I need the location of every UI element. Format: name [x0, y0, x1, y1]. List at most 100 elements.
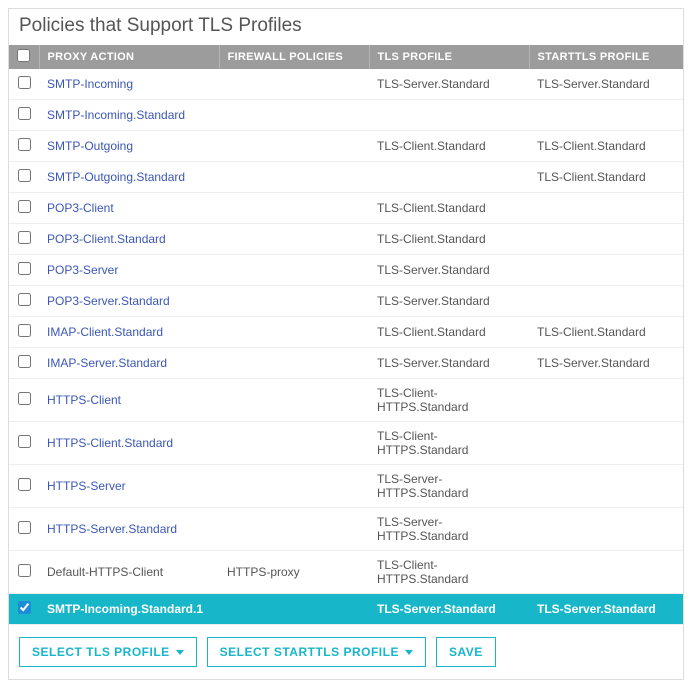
- row-checkbox-cell: [9, 162, 39, 193]
- cell-firewall-policies: [219, 69, 369, 100]
- cell-firewall-policies: [219, 508, 369, 551]
- row-checkbox-cell: [9, 551, 39, 594]
- proxy-action-link[interactable]: SMTP-Incoming.Standard: [47, 108, 185, 122]
- row-checkbox[interactable]: [18, 392, 31, 405]
- save-button[interactable]: SAVE: [436, 637, 496, 667]
- row-checkbox[interactable]: [18, 138, 31, 151]
- select-tls-profile-label: SELECT TLS PROFILE: [32, 645, 170, 659]
- table-row[interactable]: SMTP-Incoming.Standard: [9, 100, 683, 131]
- row-checkbox-cell: [9, 255, 39, 286]
- cell-starttls-profile: [529, 255, 683, 286]
- cell-tls-profile: TLS-Client-HTTPS.Standard: [369, 379, 529, 422]
- proxy-action-link[interactable]: POP3-Server.Standard: [47, 294, 170, 308]
- row-checkbox[interactable]: [18, 521, 31, 534]
- table-row[interactable]: POP3-Client.StandardTLS-Client.Standard: [9, 224, 683, 255]
- row-checkbox-cell: [9, 193, 39, 224]
- table-row[interactable]: SMTP-IncomingTLS-Server.StandardTLS-Serv…: [9, 69, 683, 100]
- row-checkbox[interactable]: [18, 76, 31, 89]
- row-checkbox[interactable]: [18, 169, 31, 182]
- table-row[interactable]: SMTP-Outgoing.Standard TLS-Client.Standar…: [9, 162, 683, 193]
- row-checkbox[interactable]: [18, 200, 31, 213]
- proxy-action-link[interactable]: SMTP-Outgoing.Standard: [47, 170, 185, 184]
- cell-proxy-action: POP3-Client: [39, 193, 219, 224]
- cell-proxy-action: SMTP-Incoming.Standard.1: [39, 594, 219, 625]
- select-tls-profile-button[interactable]: SELECT TLS PROFILE: [19, 637, 197, 667]
- proxy-action-link[interactable]: HTTPS-Server: [47, 479, 126, 493]
- select-starttls-profile-button[interactable]: SELECT STARTTLS PROFILE: [207, 637, 426, 667]
- cell-proxy-action: HTTPS-Server: [39, 465, 219, 508]
- select-all-checkbox[interactable]: [17, 49, 30, 62]
- row-checkbox-cell: [9, 348, 39, 379]
- cell-starttls-profile: [529, 508, 683, 551]
- cell-firewall-policies: [219, 465, 369, 508]
- table-row[interactable]: SMTP-Incoming.Standard.1 TLS-Server.Stand…: [9, 594, 683, 625]
- cell-firewall-policies: [219, 594, 369, 625]
- cell-starttls-profile: TLS-Client.Standard: [529, 162, 683, 193]
- cell-proxy-action: POP3-Client.Standard: [39, 224, 219, 255]
- cell-starttls-profile: TLS-Server.Standard: [529, 348, 683, 379]
- table-row[interactable]: HTTPS-Client.StandardTLS-Client-HTTPS.St…: [9, 422, 683, 465]
- row-checkbox-cell: [9, 317, 39, 348]
- table-row[interactable]: HTTPS-Server.Standard TLS-Server-HTTPS.St…: [9, 508, 683, 551]
- table-row[interactable]: HTTPS-ServerTLS-Server-HTTPS.Standard: [9, 465, 683, 508]
- table-row[interactable]: POP3-Server.StandardTLS-Server.Standard: [9, 286, 683, 317]
- header-firewall-policies[interactable]: FIREWALL POLICIES: [219, 45, 369, 69]
- cell-starttls-profile: [529, 193, 683, 224]
- proxy-action-link[interactable]: HTTPS-Client.Standard: [47, 436, 173, 450]
- table-row[interactable]: IMAP-Server.StandardTLS-Server.StandardT…: [9, 348, 683, 379]
- table-row[interactable]: POP3-Client TLS-Client.Standard: [9, 193, 683, 224]
- table-row[interactable]: HTTPS-Client TLS-Client-HTTPS.Standard: [9, 379, 683, 422]
- cell-firewall-policies: [219, 379, 369, 422]
- caret-down-icon: [176, 650, 184, 655]
- row-checkbox[interactable]: [18, 293, 31, 306]
- header-tls-profile[interactable]: TLS PROFILE: [369, 45, 529, 69]
- proxy-action-link[interactable]: POP3-Client.Standard: [47, 232, 166, 246]
- cell-firewall-policies: [219, 162, 369, 193]
- cell-starttls-profile: TLS-Client.Standard: [529, 131, 683, 162]
- cell-tls-profile: [369, 100, 529, 131]
- cell-firewall-policies: HTTPS-proxy: [219, 551, 369, 594]
- row-checkbox[interactable]: [18, 435, 31, 448]
- row-checkbox-cell: [9, 379, 39, 422]
- cell-firewall-policies: [219, 100, 369, 131]
- row-checkbox[interactable]: [18, 564, 31, 577]
- table-row[interactable]: IMAP-Client.StandardTLS-Client.StandardT…: [9, 317, 683, 348]
- row-checkbox-cell: [9, 422, 39, 465]
- proxy-action-link[interactable]: POP3-Server: [47, 263, 118, 277]
- cell-tls-profile: TLS-Server.Standard: [369, 255, 529, 286]
- cell-tls-profile: TLS-Client.Standard: [369, 193, 529, 224]
- row-checkbox-cell: [9, 465, 39, 508]
- header-proxy-action[interactable]: PROXY ACTION: [39, 45, 219, 69]
- cell-proxy-action: POP3-Server.Standard: [39, 286, 219, 317]
- row-checkbox[interactable]: [18, 478, 31, 491]
- row-checkbox[interactable]: [18, 262, 31, 275]
- row-checkbox[interactable]: [18, 355, 31, 368]
- proxy-action-link[interactable]: SMTP-Outgoing: [47, 139, 133, 153]
- tls-profiles-panel: Policies that Support TLS Profiles PROXY…: [8, 8, 684, 680]
- proxy-action-link[interactable]: HTTPS-Server.Standard: [47, 522, 177, 536]
- proxy-action-link[interactable]: HTTPS-Client: [47, 393, 121, 407]
- cell-tls-profile: TLS-Server.Standard: [369, 594, 529, 625]
- cell-tls-profile: TLS-Server-HTTPS.Standard: [369, 508, 529, 551]
- table-row[interactable]: POP3-Server TLS-Server.Standard: [9, 255, 683, 286]
- proxy-action-link[interactable]: SMTP-Incoming: [47, 77, 133, 91]
- cell-tls-profile: TLS-Server.Standard: [369, 69, 529, 100]
- table-body: SMTP-Incoming TLS-Server.Standard TLS-Serv…: [9, 69, 683, 625]
- table-row[interactable]: SMTP-OutgoingTLS-Client.StandardTLS-Clie…: [9, 131, 683, 162]
- row-checkbox[interactable]: [18, 107, 31, 120]
- header-starttls-profile[interactable]: STARTTLS PROFILE: [529, 45, 683, 69]
- row-checkbox[interactable]: [18, 324, 31, 337]
- cell-firewall-policies: [219, 193, 369, 224]
- proxy-action-link[interactable]: IMAP-Server.Standard: [47, 356, 167, 370]
- proxy-action-link[interactable]: IMAP-Client.Standard: [47, 325, 163, 339]
- row-checkbox[interactable]: [18, 231, 31, 244]
- row-checkbox[interactable]: [18, 601, 31, 614]
- cell-firewall-policies: [219, 286, 369, 317]
- cell-starttls-profile: [529, 551, 683, 594]
- cell-proxy-action: HTTPS-Client: [39, 379, 219, 422]
- cell-proxy-action: HTTPS-Client.Standard: [39, 422, 219, 465]
- cell-firewall-policies: [219, 255, 369, 286]
- table-row[interactable]: Default-HTTPS-ClientHTTPS-proxyTLS-Clien…: [9, 551, 683, 594]
- proxy-action-link[interactable]: POP3-Client: [47, 201, 114, 215]
- select-starttls-profile-label: SELECT STARTTLS PROFILE: [220, 645, 399, 659]
